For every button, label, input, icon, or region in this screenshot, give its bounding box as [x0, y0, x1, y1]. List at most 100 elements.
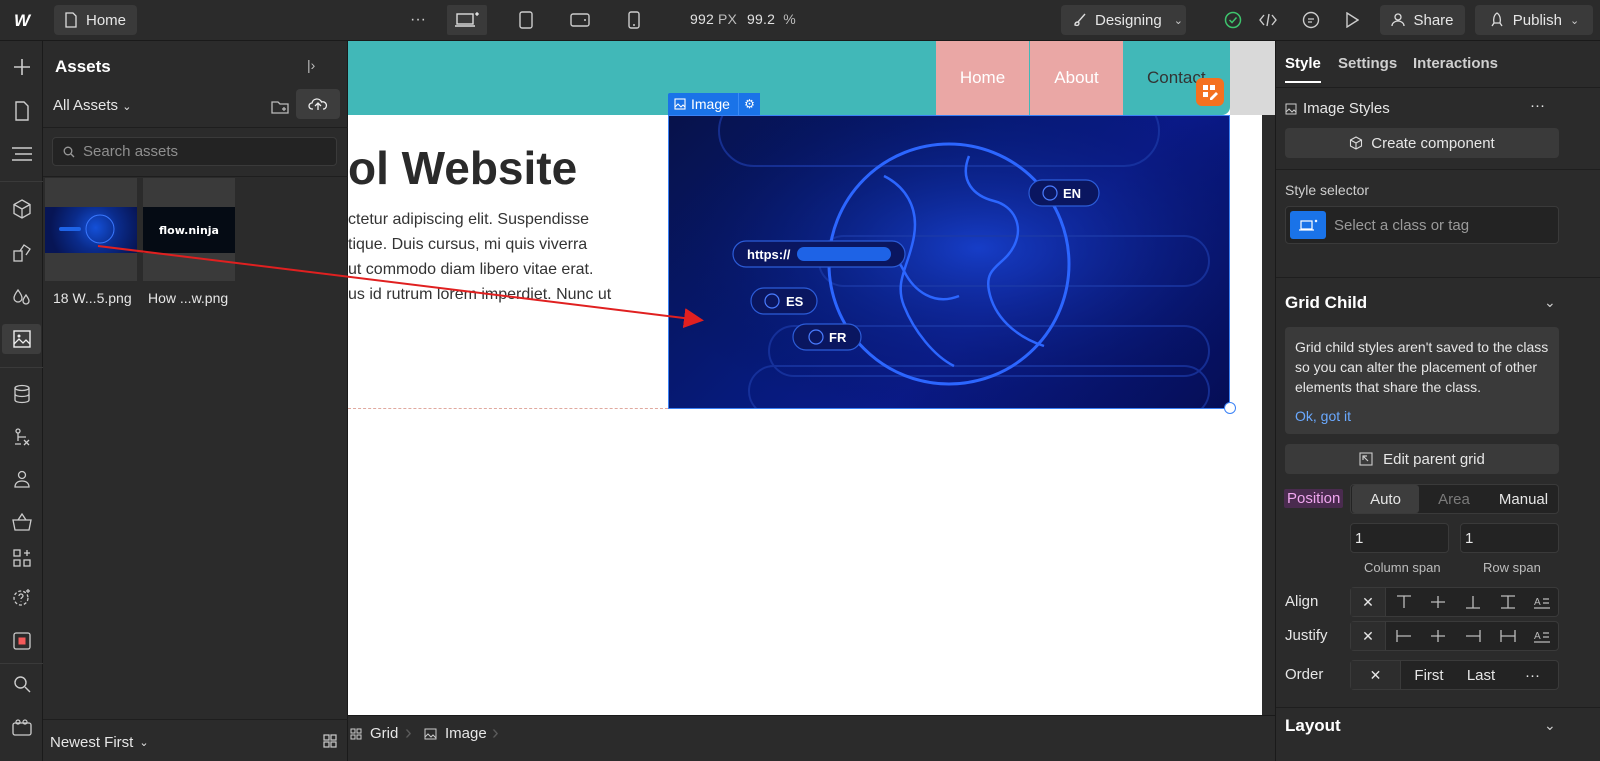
logic-flow-icon[interactable]	[7, 422, 37, 452]
justify-start-icon[interactable]	[1386, 622, 1421, 650]
align-end-icon[interactable]	[1455, 588, 1490, 616]
upload-cloud-icon[interactable]	[296, 89, 340, 119]
asset-filename: How ...w.png	[148, 290, 229, 306]
check-status-icon[interactable]	[1218, 5, 1248, 35]
align-stretch-icon[interactable]	[1490, 588, 1525, 616]
position-auto-option[interactable]: Auto	[1352, 485, 1419, 513]
more-menu-button[interactable]: ···	[403, 5, 433, 35]
tab-style[interactable]: Style	[1285, 55, 1321, 72]
order-first-option[interactable]: First	[1403, 661, 1455, 689]
selected-element-tag[interactable]: Image	[668, 93, 738, 115]
asset-thumbnail-flowninja[interactable]: flow.ninja	[143, 178, 235, 281]
sort-dropdown[interactable]: Newest First ⌄	[50, 734, 149, 751]
ecommerce-basket-icon[interactable]	[7, 507, 37, 537]
assets-panel-title: Assets	[55, 57, 111, 76]
assets-search-field[interactable]	[52, 137, 337, 166]
breadcrumb-image[interactable]: Image	[424, 725, 487, 742]
preview-play-icon[interactable]	[1337, 5, 1367, 35]
align-start-icon[interactable]	[1386, 588, 1421, 616]
left-tool-rail	[0, 41, 43, 761]
record-stop-icon[interactable]	[7, 626, 37, 656]
more-options-button[interactable]: ···	[1530, 97, 1545, 114]
grid-view-icon[interactable]	[323, 734, 337, 751]
url-label: https://	[747, 247, 791, 262]
asset-thumbnail-globe[interactable]	[45, 178, 137, 281]
apps-icon[interactable]	[7, 543, 37, 573]
justify-baseline-icon[interactable]: A	[1524, 622, 1559, 650]
search-icon[interactable]	[7, 669, 37, 699]
justify-center-icon[interactable]	[1420, 622, 1455, 650]
grid-child-section-title[interactable]: Grid Child	[1285, 293, 1367, 313]
components-icon[interactable]	[7, 194, 37, 224]
page-selector-button[interactable]: Home	[54, 5, 137, 35]
asset-preview-image: flow.ninja	[143, 207, 235, 253]
align-baseline-icon[interactable]: A	[1524, 588, 1559, 616]
webflow-logo-icon[interactable]: W	[10, 9, 34, 33]
edit-parent-grid-button[interactable]: Edit parent grid	[1285, 444, 1559, 474]
edit-widget-icon[interactable]	[1196, 78, 1224, 106]
position-area-option[interactable]: Area	[1421, 485, 1487, 513]
nav-link-home[interactable]: Home	[936, 41, 1029, 115]
publish-button[interactable]: Publish ⌄	[1475, 5, 1593, 35]
position-segmented-control: Auto Area Manual	[1350, 484, 1559, 514]
position-manual-option[interactable]: Manual	[1489, 485, 1558, 513]
navigator-icon[interactable]	[7, 139, 37, 169]
assets-filter-dropdown[interactable]: All Assets ⌄	[53, 97, 131, 114]
justify-end-icon[interactable]	[1455, 622, 1490, 650]
lang-label-es: ES	[786, 294, 804, 309]
designing-mode-dropdown[interactable]: Designing ⌄	[1061, 5, 1186, 35]
chevron-down-icon[interactable]: ⌄	[1544, 717, 1556, 734]
order-more-option[interactable]: ···	[1507, 661, 1558, 689]
lang-pill-fr: FR	[792, 323, 862, 351]
order-none-icon[interactable]: ✕	[1351, 661, 1401, 689]
resize-handle[interactable]	[1224, 402, 1236, 414]
asset-preview-image	[45, 207, 137, 253]
design-canvas[interactable]: Home About Contact ol Website ctetur adi…	[348, 41, 1275, 715]
collapse-panel-icon[interactable]: |›	[307, 57, 315, 73]
tab-interactions[interactable]: Interactions	[1413, 55, 1498, 72]
mobile-portrait-breakpoint-icon[interactable]	[619, 5, 649, 35]
chevron-down-icon[interactable]: ⌄	[1544, 294, 1556, 311]
style-panel: Style Settings Interactions Image Styles…	[1275, 41, 1600, 761]
tablet-breakpoint-icon[interactable]	[511, 5, 541, 35]
justify-none-icon[interactable]: ✕	[1351, 622, 1386, 650]
swatches-drops-icon[interactable]	[7, 282, 37, 312]
order-last-option[interactable]: Last	[1455, 661, 1507, 689]
tab-settings[interactable]: Settings	[1338, 55, 1397, 72]
image-icon	[674, 98, 686, 110]
align-center-icon[interactable]	[1420, 588, 1455, 616]
dismiss-notice-link[interactable]: Ok, got it	[1295, 406, 1351, 426]
order-label: Order	[1285, 666, 1324, 683]
style-selector-input[interactable]: Select a class or tag	[1285, 206, 1559, 244]
variables-icon[interactable]	[7, 238, 37, 268]
assets-search-input[interactable]	[83, 143, 323, 160]
desktop-breakpoint-icon[interactable]	[447, 5, 487, 35]
canvas-width-value: 992	[690, 11, 714, 27]
brush-icon	[1074, 13, 1086, 27]
align-none-icon[interactable]: ✕	[1351, 588, 1386, 616]
hero-heading[interactable]: ol Website	[348, 141, 577, 195]
selected-image-element[interactable]: EN https:// ES FR	[668, 115, 1230, 409]
mobile-landscape-breakpoint-icon[interactable]	[565, 5, 595, 35]
site-navbar[interactable]: Home About Contact	[348, 41, 1230, 115]
create-component-button[interactable]: Create component	[1285, 128, 1559, 158]
row-span-input[interactable]: 1	[1460, 523, 1559, 553]
share-button[interactable]: Share	[1380, 5, 1465, 35]
nav-link-about[interactable]: About	[1030, 41, 1123, 115]
hero-paragraph[interactable]: ctetur adipiscing elit. Suspendisse tiqu…	[348, 207, 648, 307]
layout-section-title[interactable]: Layout	[1285, 716, 1341, 736]
breadcrumb-grid[interactable]: Grid	[350, 725, 398, 742]
assets-image-icon[interactable]	[2, 324, 41, 354]
comments-icon[interactable]	[1296, 5, 1326, 35]
justify-stretch-icon[interactable]	[1490, 622, 1525, 650]
column-span-input[interactable]: 1	[1350, 523, 1449, 553]
new-folder-icon[interactable]	[265, 93, 295, 121]
pages-icon[interactable]	[7, 96, 37, 126]
help-ai-icon[interactable]	[7, 582, 37, 612]
element-settings-gear-icon[interactable]: ⚙	[738, 93, 760, 115]
video-tutorials-icon[interactable]	[7, 713, 37, 743]
users-icon[interactable]	[7, 464, 37, 494]
code-icon[interactable]	[1253, 5, 1283, 35]
add-elements-icon[interactable]	[7, 52, 37, 82]
cms-database-icon[interactable]	[7, 379, 37, 409]
